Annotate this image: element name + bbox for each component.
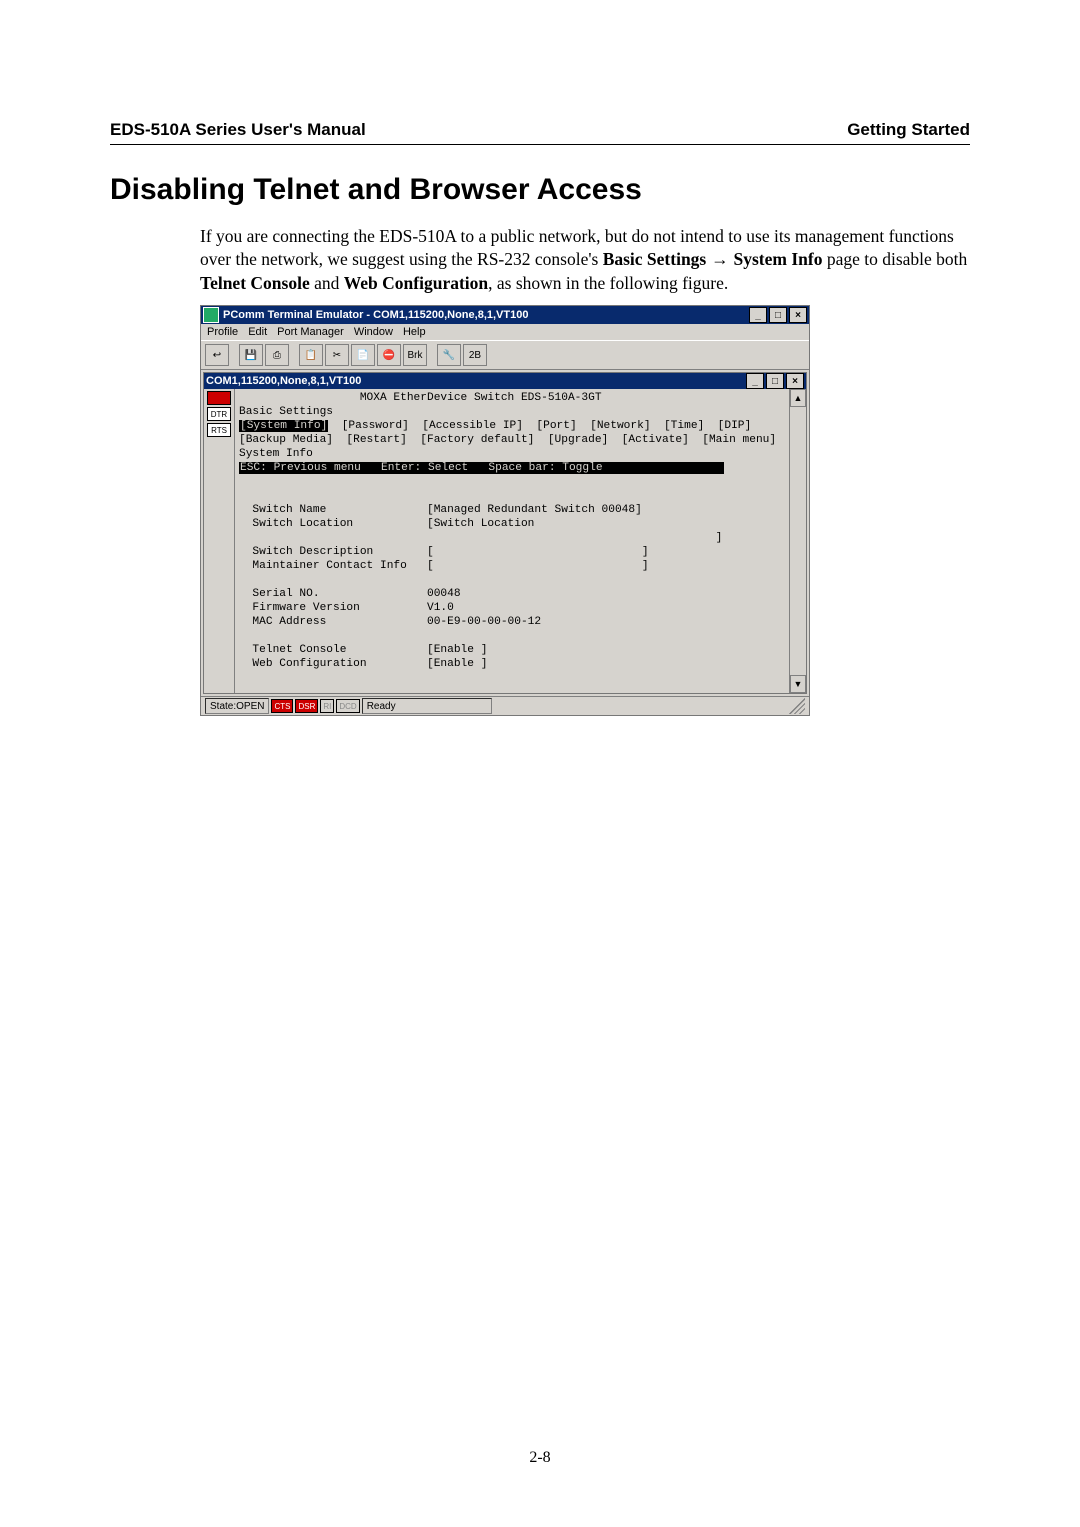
led-top [207,391,231,405]
toolbar-btn-brk[interactable]: Brk [403,344,427,366]
menu-edit[interactable]: Edit [248,326,267,338]
toolbar-btn-5[interactable]: ✂ [325,344,349,366]
inner-window-title: COM1,115200,None,8,1,VT100 [206,375,361,387]
vertical-scrollbar[interactable]: ▲ ▼ [789,389,806,693]
status-state: State:OPEN [205,698,269,714]
terminal-emulator-screenshot: PComm Terminal Emulator - COM1,115200,No… [200,305,810,716]
app-icon [203,307,219,323]
menu-help[interactable]: Help [403,326,426,338]
outer-window-titlebar: PComm Terminal Emulator - COM1,115200,No… [201,306,809,324]
menu-window[interactable]: Window [354,326,393,338]
toolbar-btn-2[interactable]: 💾 [239,344,263,366]
manual-title: EDS-510A Series User's Manual [110,120,366,140]
inner-close-button[interactable]: × [786,373,804,389]
section-name: Getting Started [847,120,970,140]
resize-grip-icon[interactable] [789,698,805,714]
toolbar-btn-7[interactable]: ⛔ [377,344,401,366]
minimize-button[interactable]: _ [749,307,767,323]
terminal-output: MOXA EtherDevice Switch EDS-510A-3GT Bas… [235,389,789,693]
status-led-cts: CTS [271,699,293,713]
close-button[interactable]: × [789,307,807,323]
signal-led-column: DTR RTS [204,389,235,693]
statusbar: State:OPEN CTS DSR RI DCD Ready [201,696,809,715]
menu-profile[interactable]: Profile [207,326,238,338]
status-led-dsr: DSR [295,699,318,713]
page-number: 2-8 [0,1449,1080,1467]
body-paragraph: If you are connecting the EDS-510A to a … [200,225,970,296]
inner-window: COM1,115200,None,8,1,VT100 _ □ × DTR RTS… [203,372,807,694]
menu-port-manager[interactable]: Port Manager [277,326,344,338]
toolbar-btn-9[interactable]: 🔧 [437,344,461,366]
led-rts: RTS [207,423,231,437]
status-led-ri: RI [320,699,334,713]
toolbar-btn-3[interactable]: ⎙ [265,344,289,366]
toolbar-btn-6[interactable]: 📄 [351,344,375,366]
status-ready: Ready [362,698,492,714]
led-dtr: DTR [207,407,231,421]
scroll-down-icon[interactable]: ▼ [790,675,806,693]
outer-window-title: PComm Terminal Emulator - COM1,115200,No… [223,309,528,321]
toolbar-btn-2b[interactable]: 2B [463,344,487,366]
page-heading: Disabling Telnet and Browser Access [110,173,970,207]
scroll-up-icon[interactable]: ▲ [790,389,806,407]
inner-window-titlebar: COM1,115200,None,8,1,VT100 _ □ × [204,373,806,389]
status-led-dcd: DCD [336,699,359,713]
toolbar: ↩ 💾 ⎙ 📋 ✂ 📄 ⛔ Brk 🔧 2B [201,340,809,370]
page-header: EDS-510A Series User's Manual Getting St… [110,120,970,145]
inner-maximize-button[interactable]: □ [766,373,784,389]
maximize-button[interactable]: □ [769,307,787,323]
inner-minimize-button[interactable]: _ [746,373,764,389]
toolbar-btn-1[interactable]: ↩ [205,344,229,366]
toolbar-btn-4[interactable]: 📋 [299,344,323,366]
menubar: Profile Edit Port Manager Window Help [201,324,809,340]
